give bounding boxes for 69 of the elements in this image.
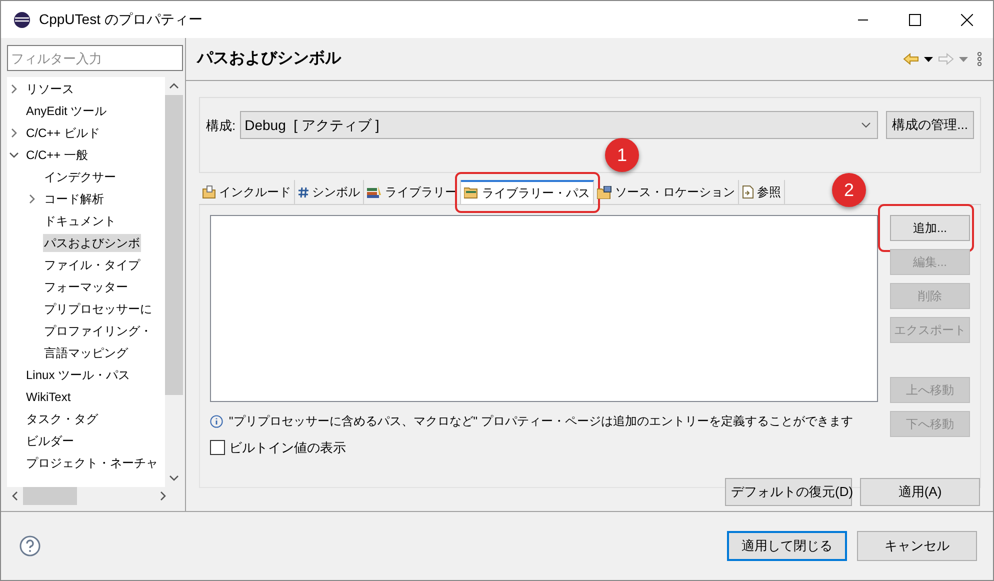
folder-icon — [464, 187, 479, 199]
tree-item[interactable]: リソース — [25, 80, 75, 98]
filter-field[interactable]: フィルター入力 — [7, 45, 183, 71]
tab-label: ソース・ロケーション — [615, 184, 735, 201]
tree-item[interactable]: 言語マッピング — [43, 344, 129, 362]
tree-item[interactable]: C/C++ ビルド — [25, 124, 102, 142]
info-icon — [210, 414, 223, 428]
caret-down-icon[interactable] — [924, 56, 933, 62]
tab-label: シンボル — [312, 184, 360, 201]
scrollbar-thumb[interactable] — [165, 95, 183, 395]
info-text: "プリプロセッサーに含めるパス、マクロなど" プロパティー・ページは追加のエントリーを定義することができます — [229, 413, 853, 430]
chevron-right-icon[interactable] — [9, 128, 19, 138]
folder-icon — [597, 186, 612, 198]
tree-item[interactable]: タスク・タグ — [25, 410, 99, 428]
tab[interactable]: 参照 — [739, 180, 785, 204]
side-button[interactable]: 追加... — [890, 215, 970, 241]
configuration-dropdown[interactable]: Debug [ アクティブ ] — [240, 111, 878, 139]
chevron-right-icon[interactable] — [27, 194, 37, 204]
tree-item[interactable]: AnyEdit ツール — [25, 102, 108, 120]
close-icon[interactable] — [961, 14, 973, 26]
dialog-button[interactable]: キャンセル — [857, 531, 977, 561]
document-arrow-icon — [742, 185, 754, 199]
maximize-icon[interactable] — [909, 14, 921, 26]
tab[interactable]: インクルード — [199, 180, 295, 204]
help-icon[interactable] — [19, 535, 41, 557]
configuration-label: 構成: — [206, 117, 236, 135]
menu-dots-icon[interactable] — [977, 52, 982, 66]
tree-item[interactable]: WikiText — [25, 388, 72, 406]
tree-item[interactable]: ビルダー — [25, 432, 75, 450]
page-button[interactable]: 適用(A) — [860, 478, 980, 506]
tree-item[interactable]: インデクサー — [43, 168, 117, 186]
tab-label: 参照 — [757, 184, 781, 201]
tree-item[interactable]: フォーマッター — [43, 278, 129, 296]
window-title: CppUTest のプロパティー — [39, 10, 202, 29]
page-title: パスおよびシンボル — [197, 49, 341, 69]
eclipse-logo-icon — [13, 10, 31, 28]
back-arrow-icon[interactable] — [903, 53, 919, 65]
tree-item[interactable]: プリプロセッサーに — [43, 300, 153, 318]
chevron-left-icon[interactable] — [11, 491, 19, 501]
tree-item[interactable]: プロファイリング・ — [43, 322, 153, 340]
books-icon — [367, 186, 382, 198]
chevron-down-icon — [861, 122, 872, 128]
tree-item[interactable]: ドキュメント — [43, 212, 117, 230]
tab[interactable]: ソース・ロケーション — [594, 180, 739, 204]
chevron-up-icon[interactable] — [169, 82, 179, 90]
tab-label: ライブラリー・パス — [482, 185, 590, 202]
chevron-down-icon[interactable] — [9, 150, 19, 160]
checkbox-label: ビルトイン値の表示 — [229, 439, 346, 457]
tree-item[interactable]: プロジェクト・ネーチャ — [25, 454, 159, 472]
tree-item[interactable]: C/C++ 一般 — [25, 146, 90, 164]
folder-file-icon — [202, 185, 216, 199]
manage-configurations-button[interactable]: 構成の管理... — [886, 111, 974, 139]
dialog-button[interactable]: 適用して閉じる — [727, 531, 847, 561]
callout-badge: 1 — [605, 138, 639, 172]
tab[interactable]: ライブラリー・パス — [461, 180, 594, 204]
page-button[interactable]: デフォルトの復元(D) — [725, 478, 852, 506]
chevron-right-icon[interactable] — [159, 491, 167, 501]
callout-badge: 2 — [832, 173, 866, 207]
tab[interactable]: シンボル — [295, 180, 364, 204]
scrollbar-thumb[interactable] — [23, 487, 77, 505]
checkbox[interactable] — [210, 440, 225, 456]
chevron-right-icon[interactable] — [9, 84, 19, 94]
tree-item[interactable]: Linux ツール・パス — [25, 366, 132, 384]
chevron-down-icon[interactable] — [169, 474, 179, 482]
tree-item[interactable]: ファイル・タイプ — [43, 256, 141, 274]
tab-label: インクルード — [219, 184, 291, 201]
tree-item[interactable]: パスおよびシンボ — [43, 234, 141, 252]
tree-item[interactable]: コード解析 — [43, 190, 105, 208]
hash-icon — [298, 186, 309, 198]
